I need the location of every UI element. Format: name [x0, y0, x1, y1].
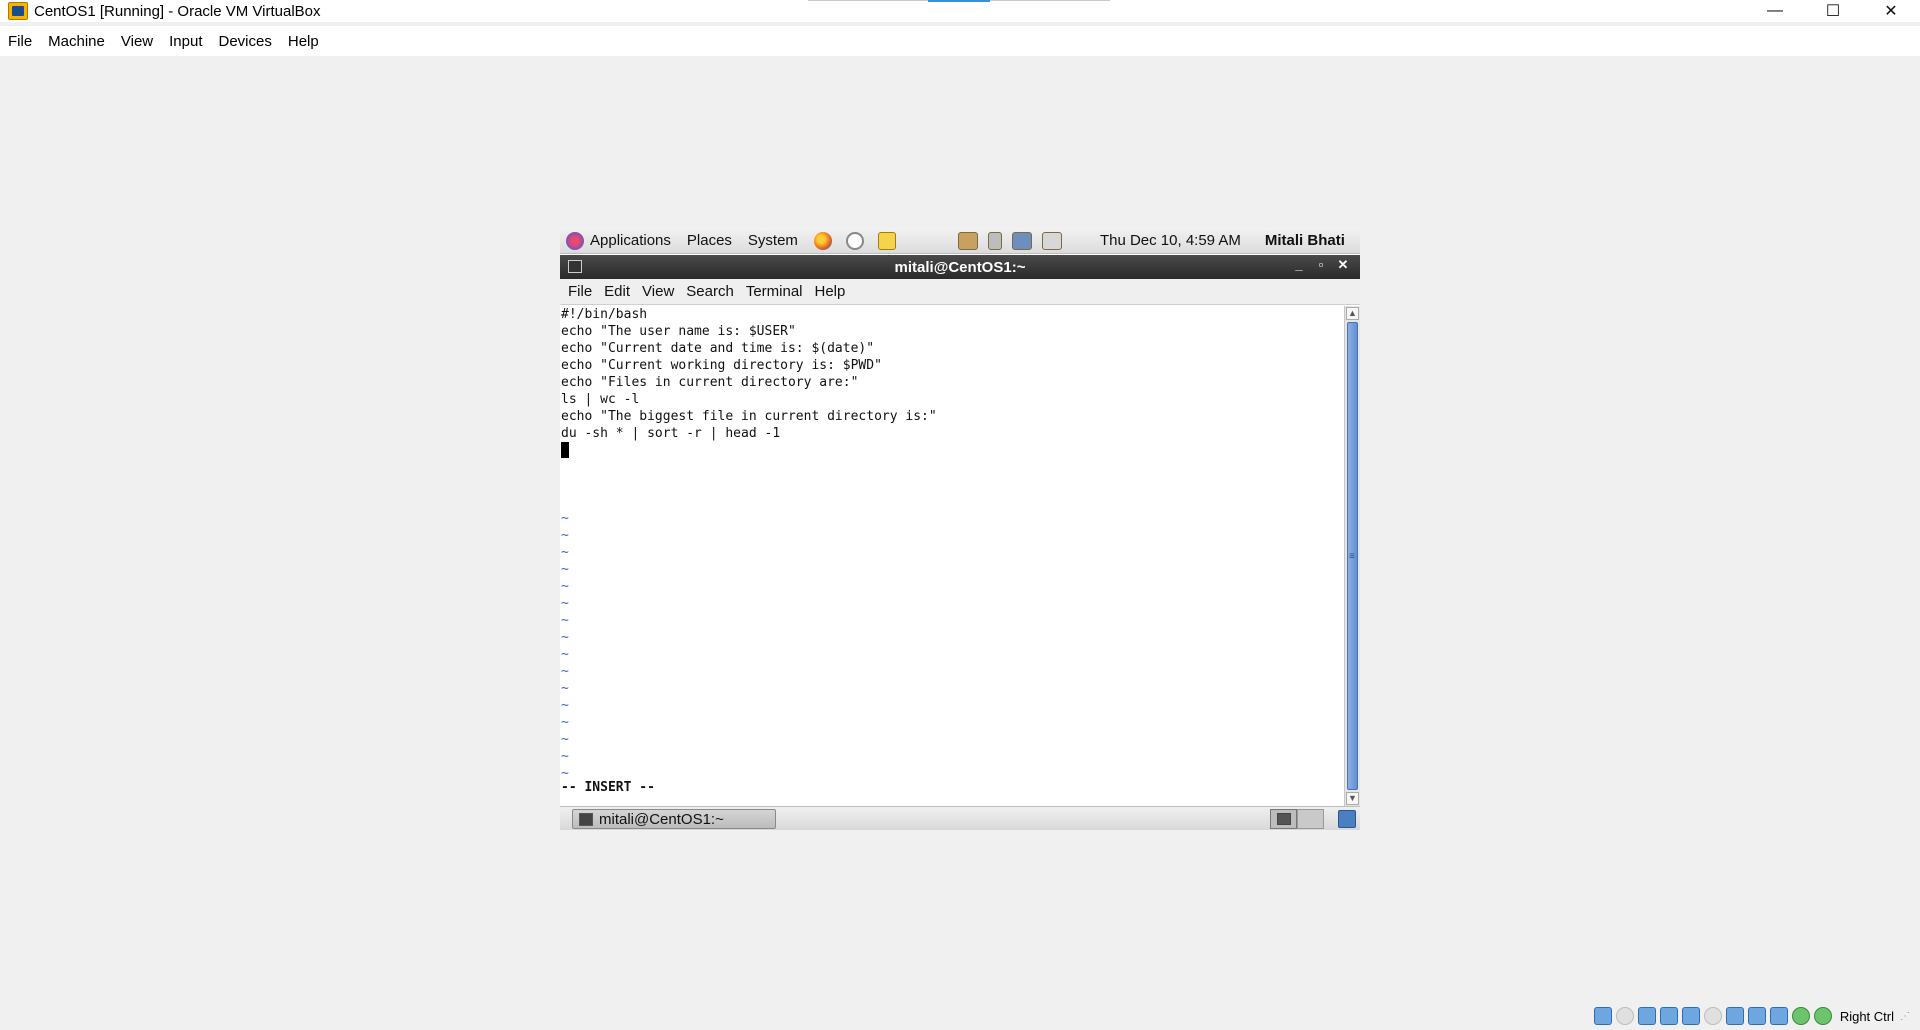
close-button[interactable]: ✕ [1862, 0, 1920, 22]
code-line: echo "Files in current directory are:" [561, 375, 859, 390]
code-line: echo "The user name is: $USER" [561, 324, 796, 339]
applications-icon[interactable] [566, 231, 584, 250]
terminal-menu-edit[interactable]: Edit [604, 283, 630, 300]
volume-tray-icon[interactable] [987, 231, 1002, 250]
display-status-icon[interactable] [1725, 1007, 1744, 1025]
menu-machine[interactable]: Machine [48, 33, 105, 50]
gnome-top-panel: Applications Places System Thu Dec 10, 4… [560, 228, 1360, 254]
gnome-bottom-panel: mitali@CentOS1:~ [560, 806, 1360, 830]
host-menubar: File Machine View Input Devices Help [0, 26, 1920, 56]
vim-empty-line-marker: ~ [561, 596, 569, 611]
menu-file[interactable]: File [8, 33, 32, 50]
panel-clock[interactable]: Thu Dec 10, 4:59 AM [1100, 232, 1241, 249]
resize-grip-icon[interactable]: ⋰ [1900, 1011, 1910, 1022]
recording-status-icon[interactable] [1747, 1007, 1766, 1025]
panel-applications-menu[interactable]: Applications [590, 232, 671, 249]
vim-mode-indicator: -- INSERT -- [561, 780, 655, 795]
text-cursor [561, 442, 569, 458]
scroll-down-arrow-icon[interactable]: ▼ [1346, 792, 1359, 805]
panel-places-menu[interactable]: Places [687, 232, 732, 249]
vim-empty-line-marker: ~ [561, 698, 569, 713]
code-line: echo "Current working directory is: $PWD… [561, 358, 882, 373]
menu-input[interactable]: Input [169, 33, 202, 50]
taskbar-terminal-label: mitali@CentOS1:~ [599, 810, 724, 828]
code-line: ls | wc -l [561, 392, 640, 407]
code-line: du -sh * | sort -r | head -1 [561, 426, 781, 441]
scroll-up-arrow-icon[interactable]: ▲ [1346, 307, 1359, 320]
terminal-menu-file[interactable]: File [568, 283, 592, 300]
terminal-scrollbar[interactable]: ▲ ▼ [1344, 306, 1360, 806]
vim-empty-line-marker: ~ [561, 528, 569, 543]
firefox-launcher-icon[interactable] [813, 231, 832, 250]
terminal-menu-help[interactable]: Help [815, 283, 846, 300]
workspace-1[interactable] [1270, 809, 1297, 829]
panel-system-menu[interactable]: System [748, 232, 798, 249]
workspace-2[interactable] [1297, 809, 1324, 829]
host-key-label: Right Ctrl [1839, 1008, 1894, 1024]
audio-status-icon[interactable] [1637, 1007, 1656, 1025]
terminal-title: mitali@CentOS1:~ [894, 258, 1026, 276]
code-line: echo "The biggest file in current direct… [561, 409, 937, 424]
vim-empty-line-marker: ~ [561, 732, 569, 747]
optical-drive-status-icon[interactable] [1615, 1007, 1634, 1025]
vim-empty-line-marker: ~ [561, 562, 569, 577]
menu-devices[interactable]: Devices [219, 33, 272, 50]
window-title: CentOS1 [Running] - Oracle VM VirtualBox [34, 2, 321, 20]
terminal-menu-terminal[interactable]: Terminal [746, 283, 803, 300]
vm-screen[interactable]: Applications Places System Thu Dec 10, 4… [560, 228, 1360, 830]
network-status-icon[interactable] [1659, 1007, 1678, 1025]
terminal-menu-search[interactable]: Search [686, 283, 734, 300]
vim-empty-line-marker: ~ [561, 647, 569, 662]
host-status-bar: Right Ctrl ⋰ [1593, 1002, 1920, 1030]
terminal-icon [1276, 813, 1291, 825]
menu-help[interactable]: Help [288, 33, 319, 50]
clipboard-tray-icon[interactable] [1041, 231, 1062, 250]
code-line: #!/bin/bash [561, 307, 648, 322]
code-line: echo "Current date and time is: $(date)" [561, 341, 875, 356]
terminal-menubar: File Edit View Search Terminal Help [560, 279, 1360, 305]
scrollbar-thumb[interactable] [1347, 322, 1358, 790]
vim-empty-line-marker: ~ [561, 681, 569, 696]
text-editor-launcher-icon[interactable] [877, 231, 896, 250]
terminal-maximize-button[interactable]: ▫ [1310, 257, 1332, 273]
network-tray-icon[interactable] [957, 231, 978, 250]
title-decoration-accent [928, 0, 990, 2]
shared-folders-status-icon[interactable] [1703, 1007, 1722, 1025]
terminal-icon [579, 812, 593, 826]
mail-launcher-icon[interactable] [845, 231, 864, 250]
vim-empty-line-marker: ~ [561, 715, 569, 730]
minimize-button[interactable]: — [1746, 0, 1804, 22]
terminal-close-button[interactable]: ✕ [1332, 257, 1354, 273]
terminal-menu-view[interactable]: View [642, 283, 674, 300]
network-manager-tray-icon[interactable] [1011, 231, 1032, 250]
terminal-minimize-button[interactable]: _ [1288, 257, 1310, 273]
terminal-title-bar[interactable]: mitali@CentOS1:~ _ ▫ ✕ [560, 255, 1360, 279]
host-title-bar: CentOS1 [Running] - Oracle VM VirtualBox… [0, 0, 1920, 22]
maximize-button[interactable]: ☐ [1804, 0, 1862, 22]
panel-user-name[interactable]: Mitali Bhati [1265, 232, 1345, 249]
vim-empty-line-marker: ~ [561, 545, 569, 560]
keyboard-capture-status-icon[interactable] [1813, 1007, 1832, 1025]
mouse-integration-status-icon[interactable] [1791, 1007, 1810, 1025]
virtualization-status-icon[interactable] [1769, 1007, 1788, 1025]
taskbar-terminal-button[interactable]: mitali@CentOS1:~ [572, 809, 776, 829]
workspace-switcher[interactable] [1270, 809, 1324, 829]
vim-empty-line-marker: ~ [561, 630, 569, 645]
usb-status-icon[interactable] [1681, 1007, 1700, 1025]
virtualbox-icon [8, 2, 28, 20]
vim-empty-line-marker: ~ [561, 613, 569, 628]
vim-empty-line-marker: ~ [561, 749, 569, 764]
terminal-text-area[interactable]: #!/bin/bash echo "The user name is: $USE… [560, 306, 1344, 806]
vim-empty-line-marker: ~ [561, 579, 569, 594]
menu-view[interactable]: View [121, 33, 153, 50]
vim-empty-line-marker: ~ [561, 664, 569, 679]
terminal-icon[interactable] [568, 260, 582, 273]
vim-empty-line-marker: ~ [561, 511, 569, 526]
trash-icon[interactable] [1338, 810, 1356, 828]
hard-disk-status-icon[interactable] [1593, 1007, 1612, 1025]
